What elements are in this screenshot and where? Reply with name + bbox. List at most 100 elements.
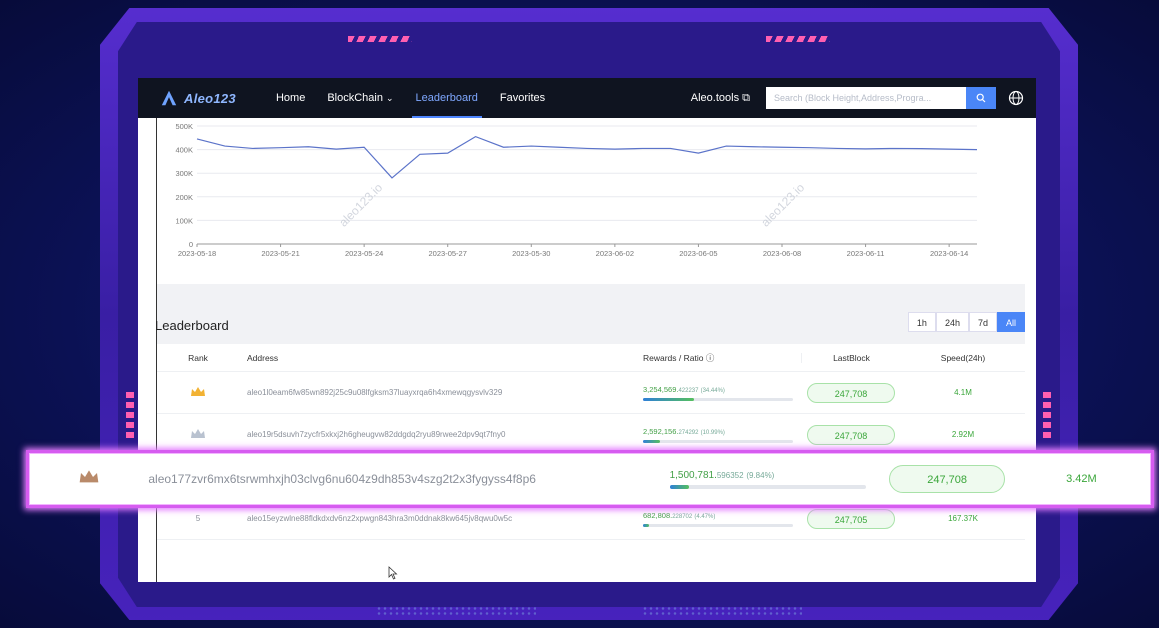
- frame-dots: [642, 606, 802, 616]
- x-tick-label: 2023-06-14: [930, 249, 968, 258]
- frame-dots: [376, 606, 536, 616]
- search-button[interactable]: [966, 87, 996, 109]
- frame-side-glow: [126, 392, 134, 442]
- table-header: Rank Address Rewards / Ratio ⓘ LastBlock…: [157, 344, 1025, 372]
- nav-leaderboard[interactable]: Leaderboard: [411, 78, 483, 118]
- frame-side-glow: [1043, 392, 1051, 442]
- reward-value: 3,254,569.422237 (34.44%): [643, 385, 801, 394]
- reward-progress-bar: [643, 397, 793, 401]
- globe-icon[interactable]: [1008, 90, 1024, 106]
- row-rank: [157, 386, 239, 400]
- reward-fraction: 228702: [672, 513, 693, 520]
- x-tick-label: 2023-05-21: [261, 249, 299, 258]
- reward-value: 2,592,156.274292 (10.99%): [643, 427, 801, 436]
- chevron-down-icon: ⌄: [385, 93, 394, 103]
- lastblock-pill[interactable]: 247,708: [807, 382, 895, 403]
- x-tick-label: 2023-06-08: [763, 249, 801, 258]
- lastblock-pill[interactable]: 247,705: [807, 508, 895, 529]
- y-tick-label: 100K: [175, 216, 193, 225]
- col-rank: Rank: [188, 352, 208, 363]
- range-24h[interactable]: 24h: [935, 312, 969, 332]
- search-box: [766, 87, 996, 109]
- frame-stripe: [348, 36, 412, 42]
- row-speed: 4.1M: [954, 388, 972, 397]
- logo-text: Aleo123: [184, 90, 236, 106]
- reward-main: 2,592,156.: [643, 426, 679, 436]
- range-selector: 1h 24h 7d All: [907, 312, 1025, 332]
- y-tick-label: 300K: [175, 169, 193, 178]
- reward-ratio: (10.99%): [700, 429, 725, 436]
- row-lastblock: 247,708: [801, 382, 901, 403]
- row-rank: [29, 469, 148, 490]
- reward-fraction: 422237: [678, 387, 699, 394]
- leaderboard-title: Leaderboard: [155, 318, 229, 333]
- reward-ratio: (34.44%): [700, 387, 725, 394]
- x-tick-label: 2023-06-02: [596, 249, 634, 258]
- mouse-cursor-icon: [388, 566, 398, 580]
- x-tick-label: 2023-05-27: [429, 249, 467, 258]
- row-speed: 2.92M: [951, 430, 975, 439]
- y-tick-label: 0: [189, 240, 193, 249]
- y-tick-label: 400K: [175, 146, 193, 155]
- row-speed: 167.37K: [948, 514, 978, 523]
- nav-home[interactable]: Home: [276, 78, 305, 118]
- series-line: [196, 135, 978, 179]
- top-navbar: Aleo123 Home BlockChain ⌄ Leaderboard Fav…: [138, 78, 1036, 118]
- x-tick-label: 2023-05-30: [512, 249, 550, 258]
- y-tick-label: 200K: [175, 193, 193, 202]
- reward-value: 682,808.228702 (4.47%): [643, 511, 801, 520]
- row-address[interactable]: aleo177zvr6mx6tsrwmhxjh03clvg6nu604z9dh8…: [148, 472, 669, 486]
- x-tick-label: 2023-06-05: [679, 249, 717, 258]
- nav-blockchain-label: BlockChain: [327, 92, 383, 104]
- leaderboard-header: Leaderboard 1h 24h 7d All: [155, 284, 1025, 344]
- x-tick-label: 2023-05-18: [178, 249, 216, 258]
- reward-progress-bar: [643, 523, 793, 527]
- row-address[interactable]: aleo15eyzwlne88fldkdxdv6nz2xpwgn843hra3m…: [239, 514, 643, 523]
- x-tick-label: 2023-05-24: [345, 249, 383, 258]
- hashrate-chart: 0 100K 200K 300K 400K 500K 2023-05-18 2023-05-2…: [157, 118, 1027, 278]
- col-speed: Speed(24h): [940, 352, 986, 363]
- reward-fraction: 274292: [678, 429, 699, 436]
- silver-crown-icon: [191, 428, 205, 438]
- row-lastblock: 247,705: [801, 508, 901, 529]
- range-7d[interactable]: 7d: [968, 312, 997, 332]
- reward-progress-bar: [643, 439, 793, 443]
- reward-progress-fill: [643, 397, 694, 401]
- reward-progress-fill: [643, 439, 660, 443]
- col-rewards[interactable]: Rewards / Ratio ⓘ: [643, 352, 801, 364]
- aleo-tools-link[interactable]: Aleo.tools ⧉: [691, 92, 750, 105]
- col-lastblock: LastBlock: [801, 352, 901, 363]
- search-input[interactable]: [766, 87, 966, 109]
- reward-progress-fill: [643, 523, 649, 527]
- highlighted-row[interactable]: aleo177zvr6mx6tsrwmhxjh03clvg6nu604z9dh8…: [26, 450, 1154, 508]
- row-address[interactable]: aleo19r5dsuvh7zycfr5xkxj2h6gheugvw82ddgd…: [239, 430, 643, 439]
- reward-progress-fill: [669, 484, 690, 489]
- reward-main: 1,500,781.: [669, 469, 717, 481]
- reward-main: 3,254,569.: [643, 384, 679, 394]
- row-rank: [157, 428, 239, 442]
- reward-ratio: (4.47%): [694, 513, 716, 520]
- nav-favorites[interactable]: Favorites: [500, 78, 545, 118]
- rank-number: 5: [195, 514, 201, 523]
- reward-value: 1,500,781.596352 (9.84%): [670, 470, 883, 481]
- search-icon: [976, 93, 986, 103]
- row-lastblock: 247,708: [882, 465, 1011, 493]
- row-rewards: 1,500,781.596352 (9.84%): [669, 470, 883, 489]
- chart-svg: 0 100K 200K 300K 400K 500K 2023-05-18 2023-05-2…: [175, 122, 978, 258]
- range-all[interactable]: All: [996, 312, 1025, 332]
- nav-blockchain[interactable]: BlockChain ⌄: [327, 78, 393, 118]
- logo[interactable]: Aleo123: [160, 89, 236, 107]
- reward-ratio: (9.84%): [746, 470, 775, 480]
- row-address[interactable]: aleo1l0eam6fw85wn892j25c9u08lfgksm37luay…: [239, 388, 643, 397]
- row-speed: 3.42M: [1066, 473, 1097, 485]
- table-row[interactable]: aleo1l0eam6fw85wn892j25c9u08lfgksm37luay…: [157, 372, 1025, 414]
- range-1h[interactable]: 1h: [907, 312, 936, 332]
- row-rewards: 2,592,156.274292 (10.99%): [643, 427, 801, 443]
- frame-stripe: [766, 36, 830, 42]
- lastblock-pill[interactable]: 247,708: [889, 465, 1006, 493]
- x-tick-label: 2023-06-11: [847, 249, 885, 258]
- leaderboard-table: Rank Address Rewards / Ratio ⓘ LastBlock…: [157, 344, 1025, 540]
- row-lastblock: 247,708: [801, 424, 901, 445]
- lastblock-pill[interactable]: 247,708: [807, 424, 895, 445]
- row-rank: 5: [157, 514, 239, 523]
